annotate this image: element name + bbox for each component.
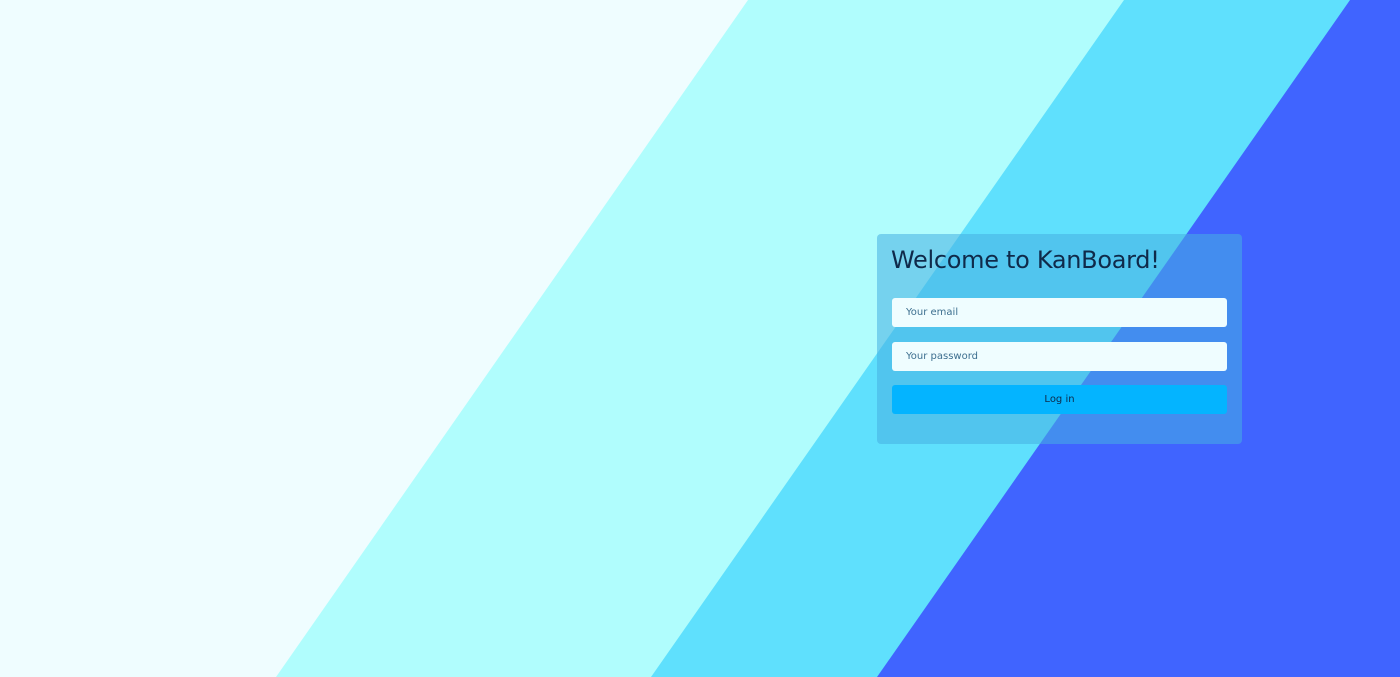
login-title: Welcome to KanBoard!: [891, 246, 1160, 274]
login-button[interactable]: Log in: [892, 385, 1227, 414]
login-form: Welcome to KanBoard! Log in: [877, 234, 1242, 444]
email-field[interactable]: [892, 298, 1227, 327]
password-field[interactable]: [892, 342, 1227, 371]
login-page: Welcome to KanBoard! Log in: [0, 0, 1400, 677]
